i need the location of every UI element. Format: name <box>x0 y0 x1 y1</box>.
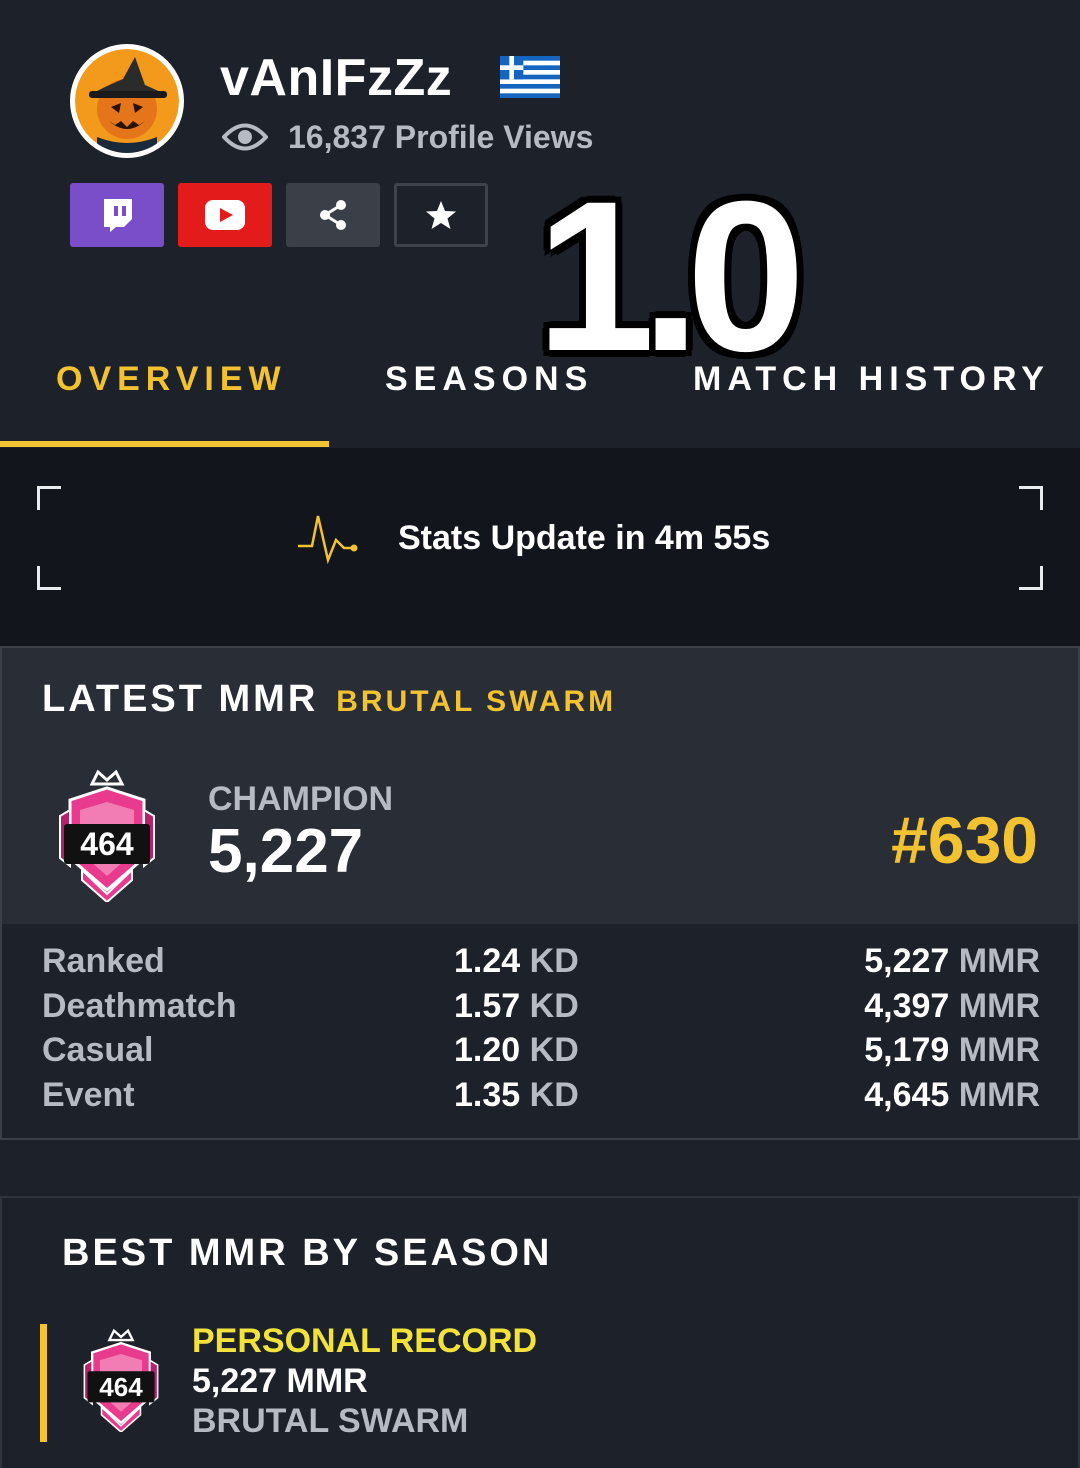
twitch-icon <box>104 199 132 232</box>
mode-mmr: 4,397 MMR <box>864 987 1040 1025</box>
rank-badge-number: 464 <box>80 826 134 862</box>
personal-record-mmr: 5,227 MMR <box>192 1362 368 1400</box>
mode-mmr: 4,645 MMR <box>864 1076 1040 1114</box>
corner-bracket <box>1019 566 1043 590</box>
mode-name: Casual <box>42 1031 154 1069</box>
champion-rank-icon: 464 <box>78 1326 164 1434</box>
greece-flag-icon <box>500 56 560 98</box>
leaderboard-position: #630 <box>891 803 1038 877</box>
mode-stats-list: Ranked 1.24 KD 5,227 MMR Deathmatch 1.57… <box>2 924 1078 1138</box>
username: vAnIFzZz <box>220 49 453 107</box>
profile-header: vAnIFzZz 16,837 Profile Views 1.0 OVERVI… <box>0 0 1080 448</box>
mode-row-ranked: Ranked 1.24 KD 5,227 MMR <box>2 942 1078 986</box>
avatar <box>70 44 184 158</box>
latest-mmr-season: BRUTAL SWARM <box>336 685 617 718</box>
active-tab-indicator <box>0 441 329 447</box>
profile-views: 16,837 Profile Views <box>222 116 593 158</box>
best-mmr-card: BEST MMR BY SEASON 464 PERSONAL RECORD 5… <box>0 1196 1080 1468</box>
youtube-icon <box>205 200 245 230</box>
mode-kd: 1.20 KD <box>454 1031 579 1069</box>
mode-name: Event <box>42 1076 135 1114</box>
rank-badge-number: 464 <box>99 1372 143 1402</box>
favorite-button[interactable] <box>394 183 488 247</box>
latest-mmr-title: LATEST MMR <box>42 678 319 720</box>
tab-match-history[interactable]: MATCH HISTORY <box>693 360 1050 399</box>
mode-mmr: 5,227 MMR <box>864 942 1040 980</box>
personal-record-label: PERSONAL RECORD <box>192 1322 538 1360</box>
share-icon <box>320 200 346 230</box>
stats-update-banner: Stats Update in 4m 55s <box>0 448 1080 646</box>
corner-bracket <box>37 486 61 510</box>
rank-mmr-value: 5,227 <box>208 817 364 886</box>
champion-rank-icon: 464 <box>52 766 162 904</box>
social-buttons <box>70 183 488 247</box>
tab-bar: OVERVIEW SEASONS MATCH HISTORY <box>0 340 1080 448</box>
star-icon <box>426 201 456 229</box>
corner-bracket <box>37 566 61 590</box>
mode-kd: 1.24 KD <box>454 942 579 980</box>
mode-row-event: Event 1.35 KD 4,645 MMR <box>2 1076 1078 1120</box>
stats-update-text: Stats Update in 4m 55s <box>398 518 771 557</box>
corner-bracket <box>1019 486 1043 510</box>
mode-kd: 1.35 KD <box>454 1076 579 1114</box>
latest-mmr-card: LATEST MMR BRUTAL SWARM 464 CHAMPION 5,2… <box>0 646 1080 1140</box>
personal-record-season: BRUTAL SWARM <box>192 1402 469 1440</box>
views-count: 16,837 <box>288 118 386 155</box>
tab-overview[interactable]: OVERVIEW <box>56 360 287 399</box>
mode-mmr: 5,179 MMR <box>864 1031 1040 1069</box>
mode-kd: 1.57 KD <box>454 987 579 1025</box>
accent-bar <box>40 1324 47 1442</box>
twitch-button[interactable] <box>70 183 164 247</box>
youtube-button[interactable] <box>178 183 272 247</box>
mode-row-deathmatch: Deathmatch 1.57 KD 4,397 MMR <box>2 987 1078 1031</box>
mode-name: Deathmatch <box>42 987 237 1025</box>
pulse-icon <box>298 515 358 565</box>
best-mmr-title: BEST MMR BY SEASON <box>62 1232 553 1274</box>
eye-icon <box>222 123 268 151</box>
share-button[interactable] <box>286 183 380 247</box>
tab-seasons[interactable]: SEASONS <box>385 360 593 399</box>
mode-name: Ranked <box>42 942 165 980</box>
mode-row-casual: Casual 1.20 KD 5,179 MMR <box>2 1031 1078 1075</box>
rank-name: CHAMPION <box>208 780 394 818</box>
latest-mmr-heading: LATEST MMR BRUTAL SWARM <box>42 678 616 721</box>
views-label: Profile Views <box>394 118 594 155</box>
